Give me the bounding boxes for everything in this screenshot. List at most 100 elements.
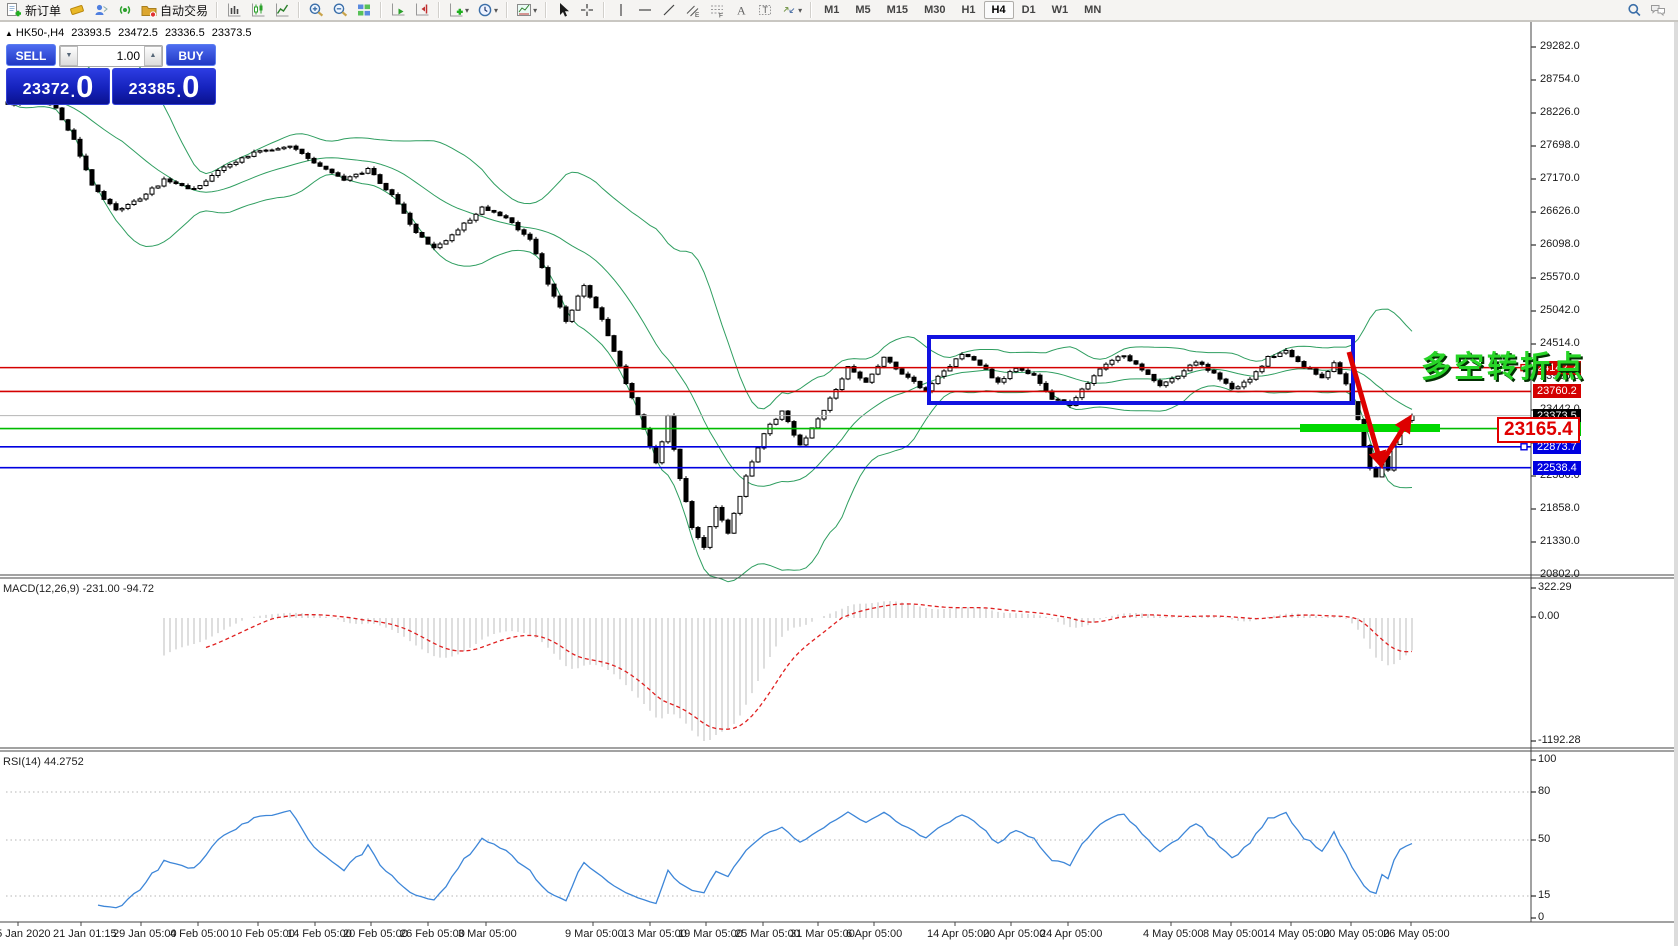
tile-windows-button[interactable] [352,0,376,21]
timeframe-m5-button[interactable]: M5 [847,1,878,19]
volume-increase-button[interactable]: ▲ [144,46,162,66]
templates-button[interactable]: ▾ [512,0,541,21]
crosshair-button[interactable] [575,0,599,21]
bollinger-bands-layer [7,54,1413,583]
price-tick-label: 20802.0 [1540,568,1580,580]
symbol-period: HK50-,H4 [15,27,65,39]
vertical-line-button[interactable] [609,0,633,21]
text-icon: A [737,4,746,18]
zoom-out-button[interactable] [328,0,352,21]
trend-icon [663,4,675,16]
community-button[interactable] [89,0,113,21]
time-tick-label: 20 Feb 05:00 [343,928,408,940]
ohlc-high: 23472.5 [118,27,158,39]
main-toolbar: 新订单 自动交易 ▾ ▾ ▾ E F A T ▾ M1 M5 M15 M30 H1 H4 D1 W1 MN [0,0,1678,21]
macd-indicator-label: MACD(12,26,9) -231.00 -94.72 [3,583,155,595]
time-tick-label: 14 Apr 05:00 [927,928,990,940]
new-order-button[interactable]: 新订单 [2,0,65,21]
buy-price-pips: 0 [182,69,200,104]
macd-tick-label: 322.29 [1538,581,1572,593]
time-tick-label: 29 Jan 05:00 [113,928,177,940]
level-callout-box: 23165.4 [1497,417,1580,443]
fibo-icon: F [711,5,724,19]
window-edge-strip [1674,22,1678,946]
metaeditor-button[interactable] [65,0,89,21]
timeframe-m15-button[interactable]: M15 [879,1,916,19]
rsi-pane-layer [6,759,1536,919]
timeframe-h1-button[interactable]: H1 [953,1,983,19]
dropdown-arrow-icon[interactable]: ▾ [533,6,537,15]
time-tick-label: 20 Apr 05:00 [983,928,1046,940]
timeframe-d1-button[interactable]: D1 [1014,1,1044,19]
main-chart-svg[interactable] [0,0,1678,946]
auto-scroll-button[interactable] [386,0,410,21]
ohlc-low: 23336.5 [164,27,205,39]
indicators-button[interactable]: ▾ [444,0,473,21]
dropdown-arrow-icon[interactable]: ▾ [798,6,802,15]
equidistant-channel-button[interactable]: E [681,0,705,21]
price-tick-label: 26098.0 [1540,238,1580,250]
buy-price-dot: . [176,84,182,101]
timeframe-h4-button[interactable]: H4 [983,1,1014,19]
signals-button[interactable] [113,0,137,21]
signals-icon [119,5,131,15]
price-tick-label: 21858.0 [1540,502,1580,514]
candle-chart-button[interactable] [246,0,270,21]
time-tick-label: 9 Mar 05:00 [565,928,624,940]
price-tick-label: 27698.0 [1540,139,1580,151]
price-level-badge: 22538.4 [1533,460,1581,475]
metaeditor-icon [70,5,84,15]
buy-button[interactable]: BUY [166,44,216,66]
text-label-button[interactable]: T [753,0,777,21]
autoscroll-icon [392,3,405,16]
time-tick-label: 6 Apr 05:00 [846,928,903,940]
buy-price: 23385 [128,81,176,98]
autotrading-icon [141,6,157,18]
volume-decrease-button[interactable]: ▼ [60,46,78,66]
zoom-in-button[interactable] [304,0,328,21]
candles-icon [252,3,265,17]
toolbar-separator [216,2,219,18]
cursor-button[interactable] [551,0,575,21]
cursor-icon [560,3,570,17]
ohlc-open: 23393.5 [71,27,112,39]
svg-text:E: E [695,12,700,18]
dropdown-arrow-icon[interactable]: ▾ [465,6,469,15]
autotrading-button-label: 自动交易 [160,3,209,18]
trendline-button[interactable] [657,0,681,21]
template-icon [517,4,532,16]
rsi-tick-label: 50 [1538,833,1551,845]
time-tick-label: 8 May 05:00 [1203,928,1264,940]
time-tick-label: 14 May 05:00 [1263,928,1330,940]
dropdown-arrow-icon[interactable]: ▾ [494,6,498,15]
volume-input[interactable] [78,46,144,66]
search-button[interactable] [1622,0,1646,21]
line-chart-button[interactable] [270,0,294,21]
timeframe-mn-button[interactable]: MN [1076,1,1109,19]
timeframe-m30-button[interactable]: M30 [916,1,953,19]
sell-price: 23372 [22,81,70,98]
autotrading-button[interactable]: 自动交易 [137,0,212,21]
sell-price-panel[interactable]: 23372. 0 [6,68,110,105]
svg-text:F: F [719,13,723,19]
horizontal-line-button[interactable] [633,0,657,21]
periods-button[interactable]: ▾ [473,0,502,21]
time-tick-label: 21 Jan 01:15 [53,928,117,940]
chart-shift-button[interactable] [410,0,434,21]
bar-chart-button[interactable] [222,0,246,21]
price-tick-label: 25042.0 [1540,304,1580,316]
text-button[interactable]: A [729,0,753,21]
pane-borders-layer [0,21,1678,926]
buy-price-panel[interactable]: 23385. 0 [112,68,216,105]
zoomout-icon [333,3,348,17]
chat-button[interactable] [1646,0,1670,21]
chart-header-marker-icon: ▲ [5,29,13,38]
sell-button[interactable]: SELL [6,44,56,66]
toolbar-separator [438,2,441,18]
timeframe-w1-button[interactable]: W1 [1044,1,1077,19]
timeframe-m1-button[interactable]: M1 [816,1,847,19]
bars-icon [228,3,241,17]
fibonacci-button[interactable]: F [705,0,729,21]
pivot-annotation-text: 多空转折点 [1421,351,1586,384]
arrows-button[interactable]: ▾ [777,0,806,21]
